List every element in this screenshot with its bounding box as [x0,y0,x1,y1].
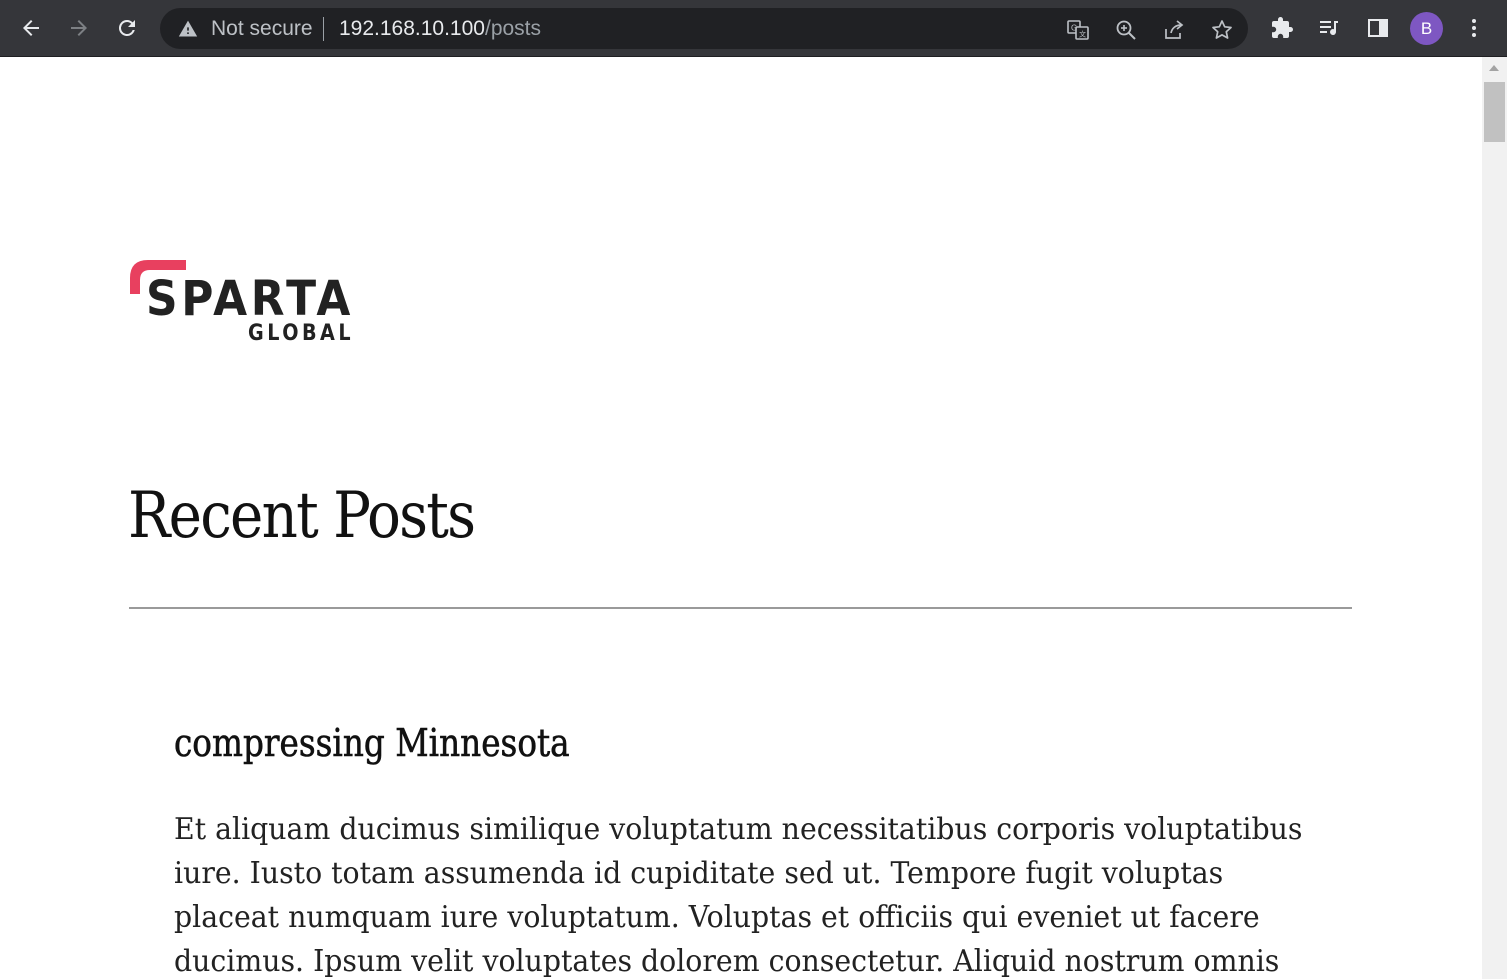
post-title: compressing Minnesota [174,721,570,766]
logo-word: SPARTA [146,271,354,327]
post-body: Et aliquam ducimus similique voluptatum … [174,812,1303,979]
security-status[interactable]: Not secure [211,17,313,41]
svg-text:文: 文 [1079,30,1086,39]
omnibox-divider [323,17,324,41]
browser-toolbar: Not secure 192.168.10.100/posts G文 B [0,0,1507,57]
kebab-menu-icon [1472,19,1476,37]
warning-icon [178,20,198,37]
scroll-up-arrow-icon[interactable] [1489,65,1499,71]
forward-arrow-icon [71,20,87,36]
title-divider [129,607,1352,609]
reload-button[interactable] [109,10,145,46]
profile-avatar[interactable]: B [1410,12,1443,45]
forward-button[interactable] [61,10,97,46]
url-text[interactable]: 192.168.10.100/posts [339,17,541,41]
scroll-thumb[interactable] [1484,82,1505,142]
logo-subword: GLOBAL [248,321,354,344]
menu-button[interactable] [1456,10,1492,46]
svg-text:G: G [1071,24,1077,33]
back-arrow-icon [23,20,39,36]
reload-icon [118,19,135,36]
side-panel-button[interactable] [1360,10,1396,46]
sparta-global-logo[interactable]: SPARTA GLOBAL [128,258,358,344]
extensions-button[interactable] [1264,10,1300,46]
back-button[interactable] [13,10,49,46]
url-path: /posts [484,17,542,40]
bookmark-star-icon[interactable] [1210,18,1234,42]
url-host: 192.168.10.100 [339,17,485,40]
side-panel-icon [1368,19,1388,37]
media-controls-button[interactable] [1311,10,1347,46]
share-icon[interactable] [1162,18,1186,42]
playlist-music-icon [1320,21,1338,36]
page-title: Recent Posts [128,479,476,553]
puzzle-icon [1272,17,1293,38]
vertical-scrollbar[interactable] [1482,57,1507,979]
zoom-icon[interactable] [1114,18,1138,42]
address-bar[interactable]: Not secure 192.168.10.100/posts G文 [160,8,1248,49]
translate-icon[interactable]: G文 [1066,18,1090,42]
